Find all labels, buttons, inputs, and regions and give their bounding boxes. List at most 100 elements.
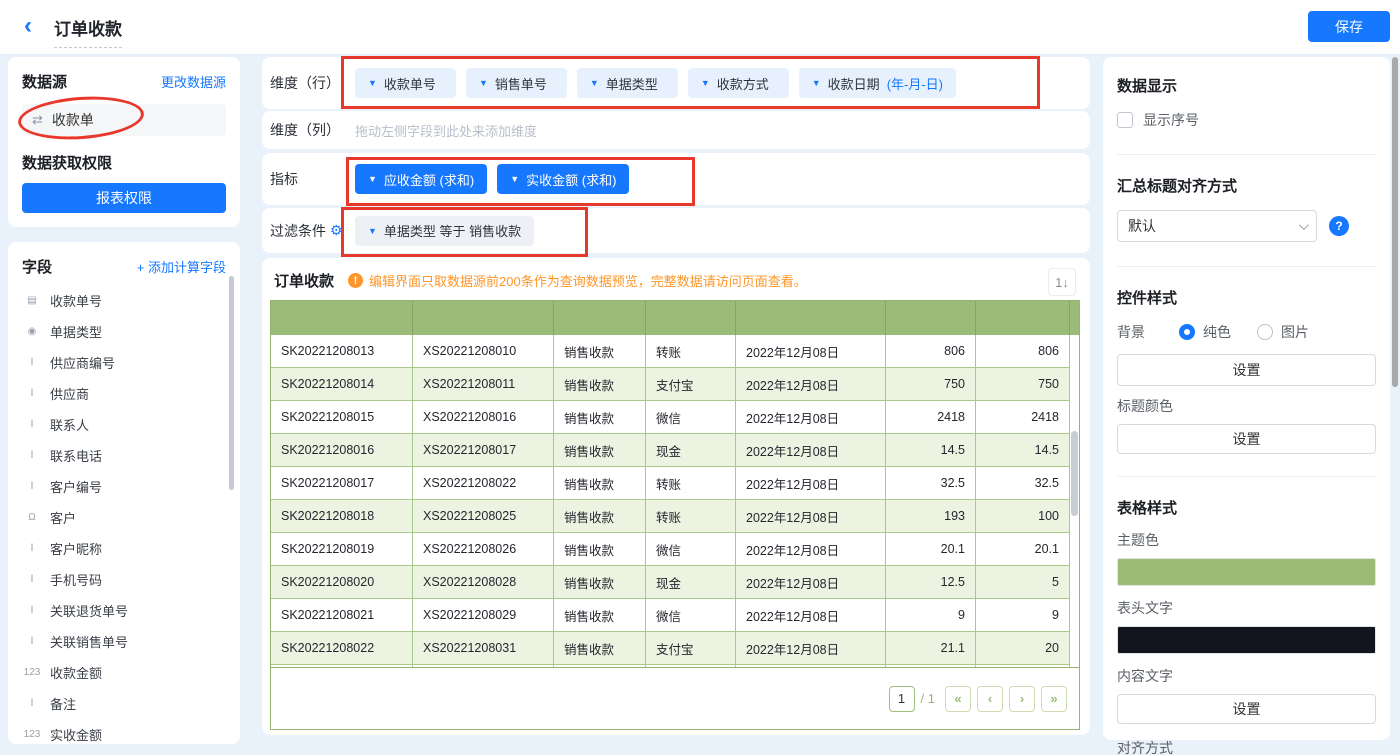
- cell-receivable: 750: [886, 368, 976, 401]
- save-button[interactable]: 保存: [1308, 11, 1390, 42]
- field-label: 联系人: [50, 415, 89, 434]
- cell-sales-no: XS20221208022: [413, 467, 554, 500]
- theme-color-swatch[interactable]: [1117, 558, 1376, 586]
- datasource-item[interactable]: ⇄ 收款单: [22, 104, 226, 136]
- filter-card: 过滤条件 ⚙ ▼ 单据类型 等于 销售收款: [262, 208, 1090, 253]
- field-item[interactable]: Ⅰ 供应商: [22, 378, 226, 409]
- field-type-icon: Ⅰ: [22, 636, 42, 647]
- header-text-color-swatch[interactable]: [1117, 626, 1376, 654]
- field-item[interactable]: Ⅰ 客户昵称: [22, 533, 226, 564]
- filter-pills: ▼ 单据类型 等于 销售收款: [355, 216, 534, 246]
- divider: [1117, 266, 1376, 267]
- field-type-icon: ◉: [22, 326, 42, 337]
- cell-sales-no: XS20221208017: [413, 434, 554, 467]
- dimension-pill[interactable]: ▼ 收款方式: [688, 68, 789, 98]
- field-item[interactable]: Ⅰ 客户编号: [22, 471, 226, 502]
- fields-scrollbar[interactable]: [229, 276, 234, 490]
- field-label: 收款金额: [50, 663, 102, 682]
- filter-label-text: 过滤条件: [270, 221, 326, 241]
- dimension-pill[interactable]: ▼ 销售单号: [466, 68, 567, 98]
- field-item[interactable]: 123 实收金额: [22, 719, 226, 744]
- radio-image[interactable]: 图片: [1257, 322, 1309, 342]
- cell-receipt-no: SK20221208021: [271, 599, 413, 632]
- field-list: ▤ 收款单号 ◉ 单据类型 Ⅰ 供应商编号 Ⅰ 供应商 Ⅰ 联系人 Ⅰ 联系电话…: [22, 285, 226, 744]
- summary-align-select[interactable]: 默认: [1117, 210, 1317, 242]
- dimension-pill-label: 单据类型: [606, 74, 658, 93]
- cell-pay-method: 转账: [646, 500, 736, 533]
- table-row: SK20221208014 XS20221208011 销售收款 支付宝 202…: [271, 368, 1079, 401]
- report-permission-button[interactable]: 报表权限: [22, 183, 226, 213]
- field-item[interactable]: Ⅰ 联系人: [22, 409, 226, 440]
- title-color-set-button[interactable]: 设置: [1117, 424, 1376, 454]
- sort-order-icon[interactable]: 1↓: [1048, 268, 1076, 296]
- divider: [1117, 154, 1376, 155]
- first-page-button[interactable]: «: [945, 686, 971, 712]
- table-row: SK20221208016 XS20221208017 销售收款 现金 2022…: [271, 434, 1079, 467]
- gear-icon[interactable]: ⚙: [330, 222, 343, 239]
- table-header-cell: [554, 301, 646, 335]
- background-set-button[interactable]: 设置: [1117, 354, 1376, 386]
- dimension-pill[interactable]: ▼ 收款单号: [355, 68, 456, 98]
- cell-doc-type: 销售收款: [554, 599, 646, 632]
- filter-pill[interactable]: ▼ 单据类型 等于 销售收款: [355, 216, 534, 246]
- next-page-button[interactable]: ›: [1009, 686, 1035, 712]
- field-item[interactable]: Ⅰ 关联退货单号: [22, 595, 226, 626]
- dimension-col-dropzone[interactable]: 拖动左侧字段到此处来添加维度: [355, 121, 537, 140]
- dimension-pill[interactable]: ▼ 单据类型: [577, 68, 678, 98]
- cell-receipt-no: SK20221208022: [271, 632, 413, 665]
- cell-sales-no: XS20221208031: [413, 632, 554, 665]
- cell-receivable: 806: [886, 335, 976, 368]
- metric-pill[interactable]: ▼ 应收金额 (求和): [355, 164, 487, 194]
- table-header-cell: [413, 301, 554, 335]
- theme-color-label: 主题色: [1117, 530, 1376, 550]
- field-item[interactable]: Ⅰ 联系电话: [22, 440, 226, 471]
- field-type-icon: ▤: [22, 295, 42, 306]
- change-datasource-link[interactable]: 更改数据源: [161, 72, 226, 91]
- prev-page-button[interactable]: ‹: [977, 686, 1003, 712]
- cell-doc-type: 销售收款: [554, 533, 646, 566]
- cell-sales-no: XS20221208016: [413, 401, 554, 434]
- back-icon[interactable]: ‹: [24, 11, 32, 41]
- checkbox-icon[interactable]: [1117, 112, 1133, 128]
- table-scrollbar[interactable]: [1071, 431, 1078, 516]
- fields-panel: 字段 + 添加计算字段 ▤ 收款单号 ◉ 单据类型 Ⅰ 供应商编号 Ⅰ 供应商 …: [8, 242, 240, 744]
- data-display-title: 数据显示: [1117, 75, 1376, 96]
- dimension-pill[interactable]: ▼ 收款日期 (年-月-日): [799, 68, 956, 98]
- field-label: 备注: [50, 694, 76, 713]
- preview-notice-text: 编辑界面只取数据源前200条作为查询数据预览，完整数据请访问页面查看。: [369, 271, 807, 290]
- field-item[interactable]: ▤ 收款单号: [22, 285, 226, 316]
- cell-doc-type: 销售收款: [554, 632, 646, 665]
- field-item[interactable]: Ω 客户: [22, 502, 226, 533]
- field-label: 联系电话: [50, 446, 102, 465]
- cell-doc-type: 销售收款: [554, 500, 646, 533]
- help-icon[interactable]: ?: [1329, 216, 1349, 236]
- field-label: 供应商编号: [50, 353, 115, 372]
- table-row: SK20221208013 XS20221208010 销售收款 转账 2022…: [271, 335, 1079, 368]
- field-item[interactable]: Ⅰ 备注: [22, 688, 226, 719]
- field-type-icon: 123: [22, 667, 42, 678]
- metric-pill[interactable]: ▼ 实收金额 (求和): [497, 164, 629, 194]
- cell-receipt-no: SK20221208014: [271, 368, 413, 401]
- add-calc-field-link[interactable]: + 添加计算字段: [137, 257, 226, 276]
- radio-selected-icon: [1179, 324, 1195, 340]
- field-item[interactable]: 123 收款金额: [22, 657, 226, 688]
- content-text-set-button[interactable]: 设置: [1117, 694, 1376, 724]
- datasource-item-label: 收款单: [52, 110, 94, 130]
- radio-solid-color[interactable]: 纯色: [1179, 322, 1231, 342]
- cell-received: 750: [976, 368, 1070, 401]
- show-index-checkbox-row[interactable]: 显示序号: [1117, 110, 1376, 130]
- page-number-input[interactable]: 1: [889, 686, 915, 712]
- field-item[interactable]: Ⅰ 关联销售单号: [22, 626, 226, 657]
- table-body: SK20221208013 XS20221208010 销售收款 转账 2022…: [271, 335, 1079, 669]
- field-label: 收款单号: [50, 291, 102, 310]
- page-total: / 1: [921, 691, 935, 706]
- field-item[interactable]: Ⅰ 手机号码: [22, 564, 226, 595]
- field-item[interactable]: ◉ 单据类型: [22, 316, 226, 347]
- field-item[interactable]: Ⅰ 供应商编号: [22, 347, 226, 378]
- table-row: SK20221208015 XS20221208016 销售收款 微信 2022…: [271, 401, 1079, 434]
- link-icon: ⇄: [32, 112, 43, 128]
- cell-receipt-no: SK20221208015: [271, 401, 413, 434]
- caret-down-icon: ▼: [590, 78, 599, 88]
- last-page-button[interactable]: »: [1041, 686, 1067, 712]
- settings-scrollbar[interactable]: [1392, 57, 1398, 387]
